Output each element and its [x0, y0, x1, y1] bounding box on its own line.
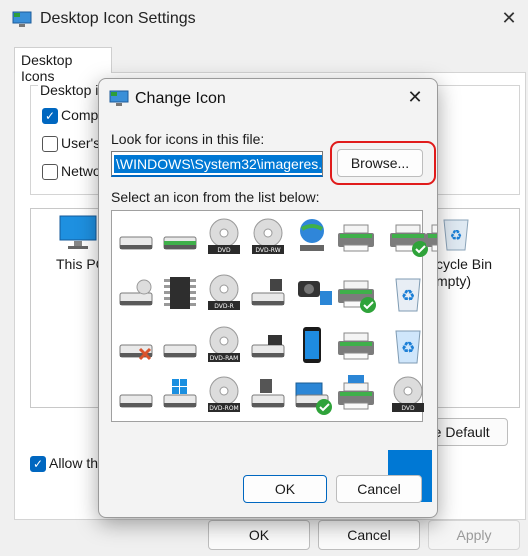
look-for-icons-label: Look for icons in this file:: [111, 131, 265, 147]
phone-icon[interactable]: [290, 323, 334, 367]
drive-icon[interactable]: [114, 215, 158, 259]
recycle-bin-icon[interactable]: ♻: [440, 212, 472, 252]
printer-icon[interactable]: [334, 215, 378, 259]
svg-text:DVD: DVD: [401, 405, 415, 412]
select-icon-label: Select an icon from the list below:: [111, 189, 320, 205]
printer-net-icon[interactable]: [334, 373, 378, 417]
dvd-r-icon[interactable]: DVD-R: [202, 271, 246, 315]
chip-icon[interactable]: [158, 271, 202, 315]
computer-checkbox[interactable]: ✓: [42, 108, 58, 124]
recycle-full-icon[interactable]: ♻: [386, 271, 430, 315]
window-title: Desktop Icon Settings: [40, 10, 196, 27]
svg-text:DVD-R: DVD-R: [214, 303, 234, 310]
apply-button[interactable]: Apply: [428, 520, 520, 550]
cancel-button[interactable]: Cancel: [336, 475, 422, 503]
group-label: Desktop ic: [38, 82, 108, 98]
drive-icon[interactable]: [158, 323, 202, 367]
drive-icon[interactable]: [114, 373, 158, 417]
computer-checkbox-label: Comp: [61, 107, 99, 123]
icon-file-path-value: \WINDOWS\System32\imageres.dll: [114, 155, 322, 173]
svg-text:♻: ♻: [401, 286, 415, 305]
dvd-icon[interactable]: DVD: [202, 215, 246, 259]
network-checkbox-label: Netwo: [61, 163, 101, 179]
restore-default-button[interactable]: re Default: [428, 418, 508, 446]
drive-green-icon[interactable]: [158, 215, 202, 259]
drive-win-icon[interactable]: [158, 373, 202, 417]
drive-card-icon[interactable]: [246, 323, 290, 367]
recycle-empty-selected-icon[interactable]: ♻: [386, 323, 430, 367]
ok-button[interactable]: OK: [243, 475, 327, 503]
recycle-bin-label: cycle Bin mpty): [436, 256, 492, 290]
printer-check-icon[interactable]: [334, 271, 378, 315]
icon-file-path-input[interactable]: \WINDOWS\System32\imageres.dll: [111, 151, 323, 177]
users-files-checkbox[interactable]: [42, 136, 58, 152]
ok-button[interactable]: OK: [208, 520, 310, 550]
svg-text:DVD-ROM: DVD-ROM: [209, 405, 238, 412]
allow-themes-checkbox[interactable]: ✓: [30, 456, 46, 472]
svg-text:♻: ♻: [450, 228, 463, 244]
recycle-bin-label-line2: mpty): [436, 273, 471, 289]
svg-text:♻: ♻: [401, 338, 415, 357]
svg-text:DVD-RW: DVD-RW: [255, 247, 280, 254]
drive-x-icon[interactable]: [114, 323, 158, 367]
svg-text:DVD-RAM: DVD-RAM: [210, 355, 239, 362]
printer-icon[interactable]: [422, 215, 437, 259]
recycle-bin-label-line1: cycle Bin: [436, 256, 493, 272]
close-icon[interactable]: ✕: [403, 85, 427, 109]
dvd-rom-icon[interactable]: DVD-ROM: [202, 373, 246, 417]
globe-icon[interactable]: [290, 215, 334, 259]
dialog-title: Change Icon: [135, 90, 226, 107]
drive-cd-icon[interactable]: [114, 271, 158, 315]
cancel-button[interactable]: Cancel: [318, 520, 420, 550]
network-checkbox[interactable]: [42, 164, 58, 180]
disc-dvd-icon[interactable]: DVD: [386, 373, 430, 417]
drive-floppy-icon[interactable]: [246, 271, 290, 315]
dvd-ram-icon[interactable]: DVD-RAM: [202, 323, 246, 367]
browse-button[interactable]: Browse...: [337, 149, 423, 177]
drive-check-icon[interactable]: [290, 373, 334, 417]
dvd-rw-icon[interactable]: DVD-RW: [246, 215, 290, 259]
drive-usb-icon[interactable]: [246, 373, 290, 417]
change-icon-dialog: Change Icon ✕ Look for icons in this fil…: [98, 78, 438, 518]
close-icon[interactable]: ✕: [497, 6, 521, 30]
desktop-settings-icon: [12, 11, 32, 27]
camera-icon[interactable]: [290, 271, 334, 315]
users-files-checkbox-label: User's: [61, 135, 101, 151]
tab-desktop-icons[interactable]: Desktop Icons: [14, 47, 112, 84]
printer-icon[interactable]: [334, 323, 378, 367]
desktop-settings-icon: [109, 90, 129, 106]
svg-text:DVD: DVD: [217, 247, 231, 254]
icon-list[interactable]: DVD DVD-RW DVD-R ♻ DVD-RAM ♻ DVD-ROM DVD: [111, 210, 437, 502]
this-pc-icon[interactable]: [58, 212, 98, 252]
